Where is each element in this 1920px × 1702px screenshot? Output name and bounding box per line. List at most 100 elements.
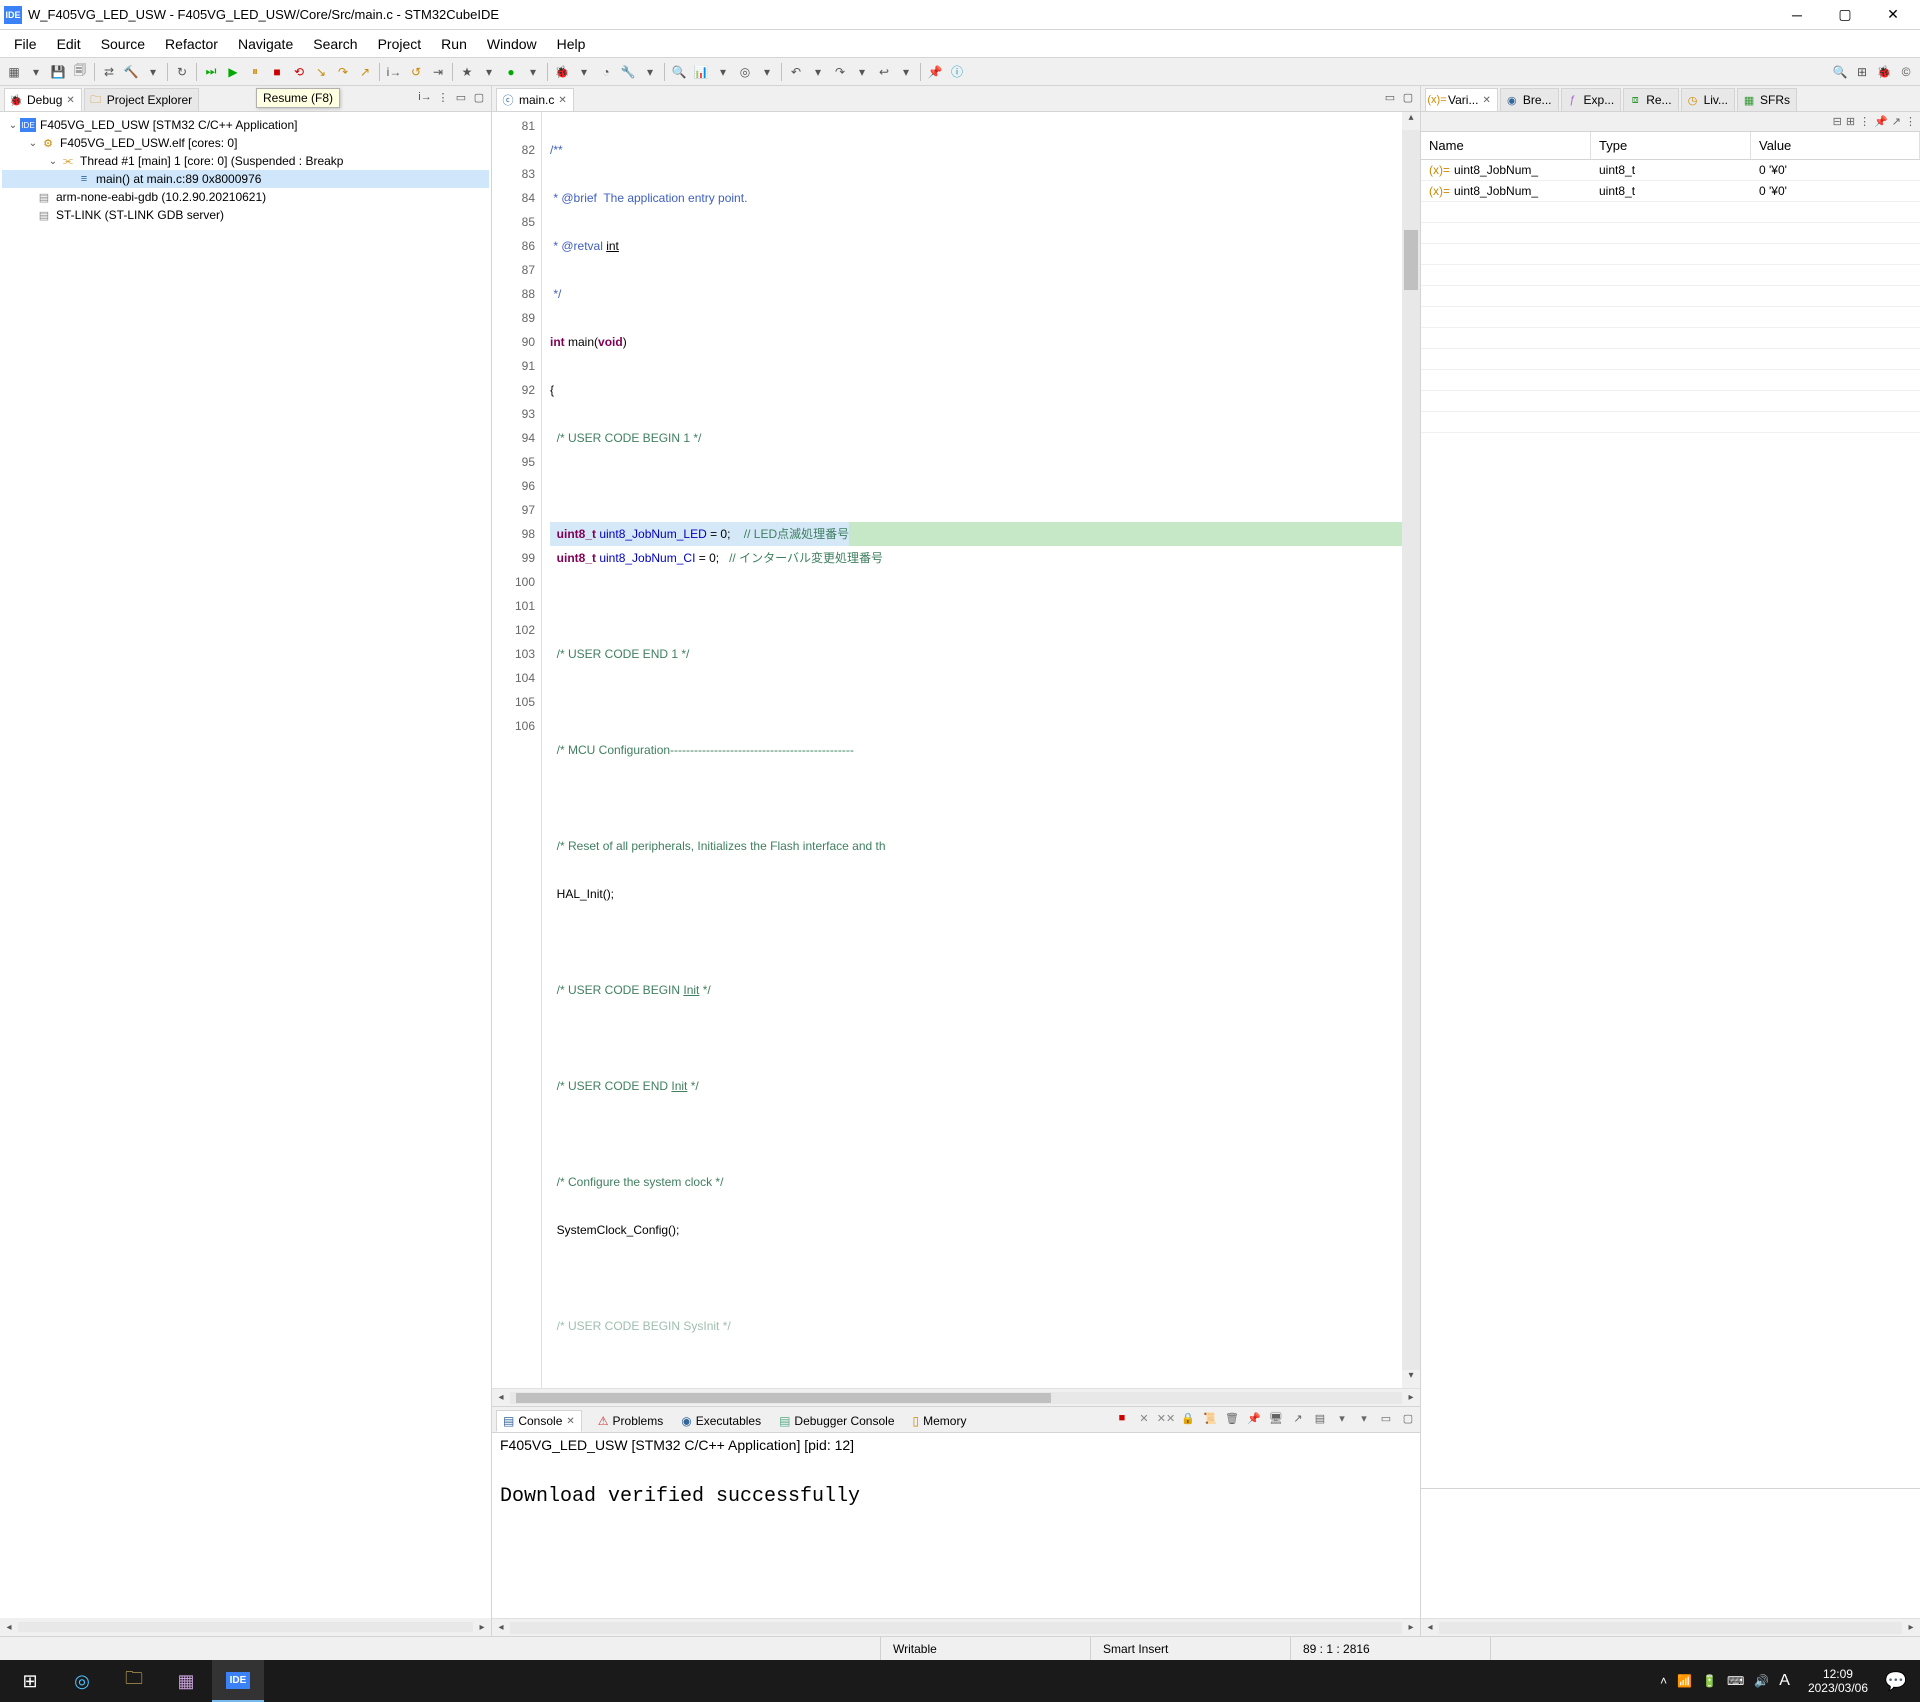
new-icon[interactable]: ▦ [4,62,24,82]
menu-icon[interactable]: ⋮ [1859,115,1870,128]
scroll-left-icon[interactable]: ◂ [0,1622,18,1633]
saveall-icon[interactable]: 🗐 [70,62,90,82]
close-icon[interactable]: ✕ [566,1416,574,1427]
tree-root[interactable]: ⌄ IDE F405VG_LED_USW [STM32 C/C++ Applic… [2,116,489,134]
tree-icon[interactable]: ⊞ [1846,115,1855,128]
menu-run[interactable]: Run [431,32,477,56]
switch-icon[interactable]: ⇄ [99,62,119,82]
menu-project[interactable]: Project [368,32,432,56]
target-icon[interactable]: ◎ [735,62,755,82]
code-editor[interactable]: 8182838485868788899091929394959697989910… [492,112,1420,1388]
keyboard-icon[interactable]: ⌨ [1727,1674,1744,1688]
dropdown-icon[interactable]: ▾ [26,62,46,82]
dropdown-icon[interactable]: ▾ [479,62,499,82]
left-hscroll[interactable]: ◂ ▸ [0,1618,491,1636]
close-icon[interactable]: ✕ [558,95,566,106]
volume-icon[interactable]: 🔊 [1754,1674,1769,1688]
console-hscroll[interactable]: ◂ ▸ [492,1618,1420,1636]
tab-expressions[interactable]: ƒ Exp... [1561,88,1622,111]
scroll-left-icon[interactable]: ◂ [492,1392,510,1403]
close-button[interactable]: ✕ [1870,0,1916,30]
code-area[interactable]: /** * @brief The application entry point… [542,112,1402,1388]
taskbar-clock[interactable]: 12:09 2023/03/06 [1800,1667,1876,1695]
clear-icon[interactable]: 🗑 [1224,1410,1240,1426]
editor-vscroll[interactable]: ▴ ▾ [1402,112,1420,1388]
debug-icon[interactable]: 🐞 [552,62,572,82]
perspective-debug-icon[interactable]: 🐞 [1874,62,1894,82]
dropdown-icon[interactable]: ▾ [574,62,594,82]
build-icon[interactable]: 🔨 [121,62,141,82]
app-icon[interactable]: ▦ [160,1660,212,1702]
tab-executables[interactable]: ◉ Executables [679,1410,763,1432]
scroll-left-icon[interactable]: ◂ [492,1622,510,1633]
table-row[interactable]: (x)=uint8_JobNum_ uint8_t 0 '¥0' [1421,160,1920,181]
close-icon[interactable]: ✕ [1482,95,1490,106]
editor-hscroll[interactable]: ◂ ▸ [492,1388,1420,1406]
col-name[interactable]: Name [1421,132,1591,159]
dropdown-icon[interactable]: ▾ [757,62,777,82]
select-icon[interactable]: ▾ [1356,1410,1372,1426]
editor-tab-main[interactable]: ⓒ main.c ✕ [496,88,574,111]
menu-navigate[interactable]: Navigate [228,32,303,56]
restart-icon[interactable]: ↻ [172,62,192,82]
pin-icon[interactable]: 📌 [1874,115,1888,128]
perspective-c-icon[interactable]: © [1896,62,1916,82]
edge-icon[interactable]: ◎ [56,1660,108,1702]
dropdown-icon[interactable]: ▾ [1334,1410,1350,1426]
menu2-icon[interactable]: ⋮ [1905,115,1916,128]
last-edit-icon[interactable]: ↩ [874,62,894,82]
open-perspective-icon[interactable]: ⊞ [1852,62,1872,82]
menu-help[interactable]: Help [547,32,596,56]
disconnect-icon[interactable]: ⟲ [289,62,309,82]
resume-icon[interactable]: ▶ [223,62,243,82]
tab-memory[interactable]: ▯ Memory [911,1410,969,1432]
tab-console[interactable]: ▤ Console ✕ [496,1410,582,1432]
pause-icon[interactable]: ⏸ [245,62,265,82]
analysis-icon[interactable]: 🔍 [669,62,689,82]
save-icon[interactable]: 💾 [48,62,68,82]
dropdown-icon[interactable]: ▾ [640,62,660,82]
build-config-icon[interactable]: 🔧 [618,62,638,82]
close-icon[interactable]: ✕ [66,95,74,106]
stepreturn-icon[interactable]: ↗ [355,62,375,82]
menu-refactor[interactable]: Refactor [155,32,228,56]
twisty-icon[interactable]: ⌄ [26,138,40,149]
scroll-icon[interactable]: 📜 [1202,1410,1218,1426]
graph-icon[interactable]: 📊 [691,62,711,82]
dropdown-icon[interactable]: ▾ [896,62,916,82]
scroll-left-icon[interactable]: ◂ [1421,1622,1439,1633]
instr-step-icon[interactable]: i→ [384,62,404,82]
tree-elf[interactable]: ⌄ ⚙ F405VG_LED_USW.elf [cores: 0] [2,134,489,152]
dropdown-icon[interactable]: ▾ [523,62,543,82]
remove-icon[interactable]: ✕ [1136,1410,1152,1426]
removeall-icon[interactable]: ✕✕ [1158,1410,1174,1426]
twisty-icon[interactable]: ⌄ [6,120,20,131]
forward-icon[interactable]: ↷ [830,62,850,82]
tree-frame[interactable]: ≡ main() at main.c:89 0x8000976 [2,170,489,188]
stop-icon[interactable]: ■ [1114,1410,1130,1426]
wifi-icon[interactable]: 📶 [1677,1674,1692,1688]
scroll-right-icon[interactable]: ▸ [1402,1622,1420,1633]
back-icon[interactable]: ↶ [786,62,806,82]
tab-registers[interactable]: ⧈ Re... [1623,88,1678,111]
menu-source[interactable]: Source [91,32,155,56]
maximize-view-icon[interactable]: ▢ [1400,1410,1416,1426]
skip-icon[interactable]: ⏭ [201,62,221,82]
stepover-icon[interactable]: ↷ [333,62,353,82]
maximize-button[interactable]: ▢ [1822,0,1868,30]
battery-icon[interactable]: 🔋 [1702,1674,1717,1688]
twisty-icon[interactable]: ⌄ [46,156,60,167]
ide-taskbar-icon[interactable]: IDE [212,1660,264,1702]
new-console-icon[interactable]: ▤ [1312,1410,1328,1426]
col-value[interactable]: Value [1751,132,1920,159]
right-hscroll[interactable]: ◂ ▸ [1421,1618,1920,1636]
dropdown-icon[interactable]: ▾ [713,62,733,82]
tree-thread[interactable]: ⌄ ⫘ Thread #1 [main] 1 [core: 0] (Suspen… [2,152,489,170]
menu-search[interactable]: Search [303,32,367,56]
notifications-icon[interactable]: 💬 [1876,1660,1916,1702]
menu-edit[interactable]: Edit [47,32,91,56]
minimize-view-icon[interactable]: ▭ [453,89,469,105]
minimize-view-icon[interactable]: ▭ [1382,89,1398,105]
scroll-up-icon[interactable]: ▴ [1402,112,1420,130]
stop-icon[interactable]: ■ [267,62,287,82]
